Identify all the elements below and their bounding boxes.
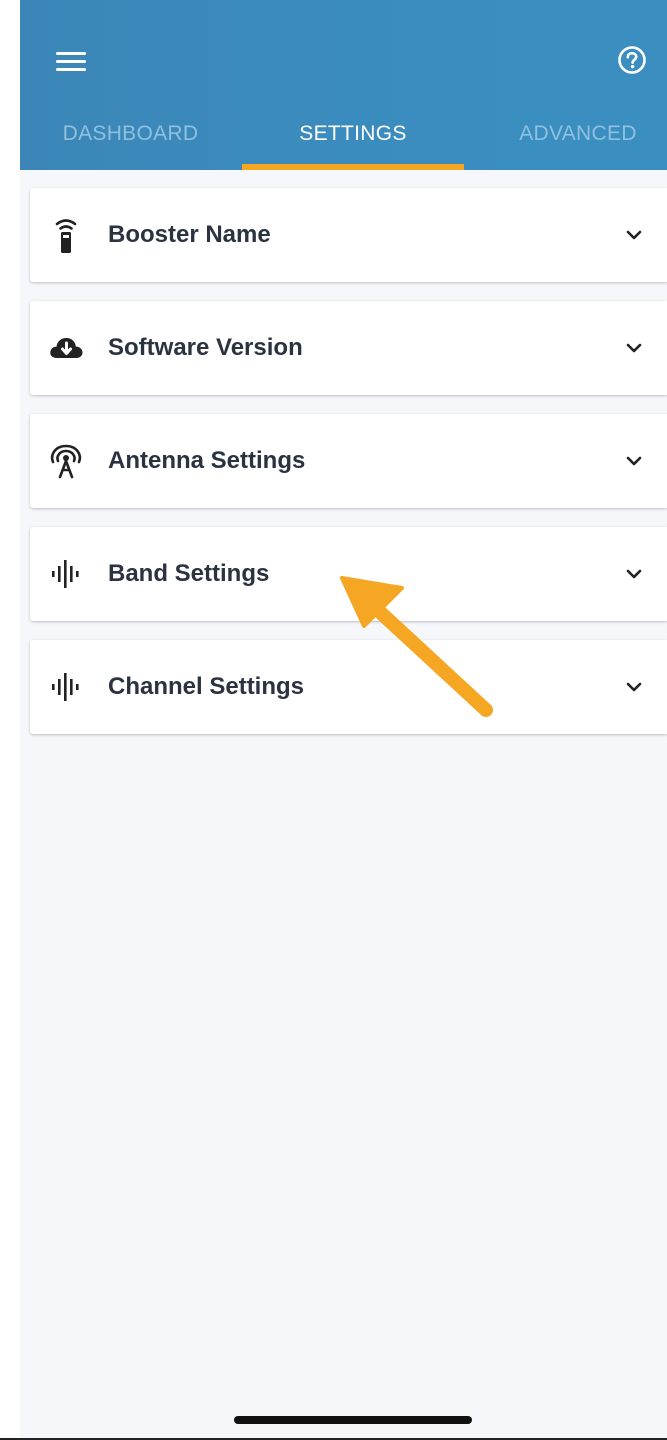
settings-item-label: Booster Name xyxy=(108,221,271,248)
home-indicator[interactable] xyxy=(234,1416,472,1424)
help-button[interactable] xyxy=(616,44,648,76)
booster-device-icon xyxy=(55,219,77,253)
settings-item-label: Channel Settings xyxy=(108,673,305,700)
chevron-down-icon xyxy=(626,343,642,353)
chevron-down-icon xyxy=(626,456,642,466)
settings-item-band-settings[interactable]: Band Settings xyxy=(30,527,667,621)
settings-item-channel-settings[interactable]: Channel Settings xyxy=(30,640,667,734)
settings-item-antenna-settings[interactable]: Antenna Settings xyxy=(30,414,667,508)
settings-item-software-version[interactable]: Software Version xyxy=(30,301,667,395)
active-tab-indicator xyxy=(242,164,464,170)
tab-settings[interactable]: SETTINGS xyxy=(242,108,464,170)
waveform-icon xyxy=(52,673,79,701)
tab-bar: DASHBOARD SETTINGS ADVANCED xyxy=(20,108,667,170)
waveform-icon xyxy=(52,560,79,588)
hamburger-menu-icon-line xyxy=(56,60,86,63)
tab-dashboard[interactable]: DASHBOARD xyxy=(38,108,223,170)
settings-item-booster-name[interactable]: Booster Name xyxy=(30,188,667,282)
chevron-down-icon xyxy=(626,230,642,240)
chevron-down-icon xyxy=(626,569,642,579)
settings-list: Booster Name Software Version Antenna Se… xyxy=(30,188,667,753)
settings-item-label: Band Settings xyxy=(108,560,270,587)
tab-advanced[interactable]: ADVANCED xyxy=(498,108,658,170)
hamburger-menu-icon-line xyxy=(56,68,86,71)
help-circle-icon xyxy=(618,46,646,74)
app-screen: DASHBOARD SETTINGS ADVANCED Booster Name xyxy=(20,0,667,1438)
cloud-download-icon xyxy=(50,338,83,358)
settings-item-label: Antenna Settings xyxy=(108,447,306,474)
hamburger-menu-icon xyxy=(56,52,86,55)
app-bar: DASHBOARD SETTINGS ADVANCED xyxy=(20,0,667,170)
antenna-icon xyxy=(50,444,82,479)
chevron-down-icon xyxy=(626,682,642,692)
settings-item-label: Software Version xyxy=(108,334,303,361)
menu-button[interactable] xyxy=(56,44,96,80)
